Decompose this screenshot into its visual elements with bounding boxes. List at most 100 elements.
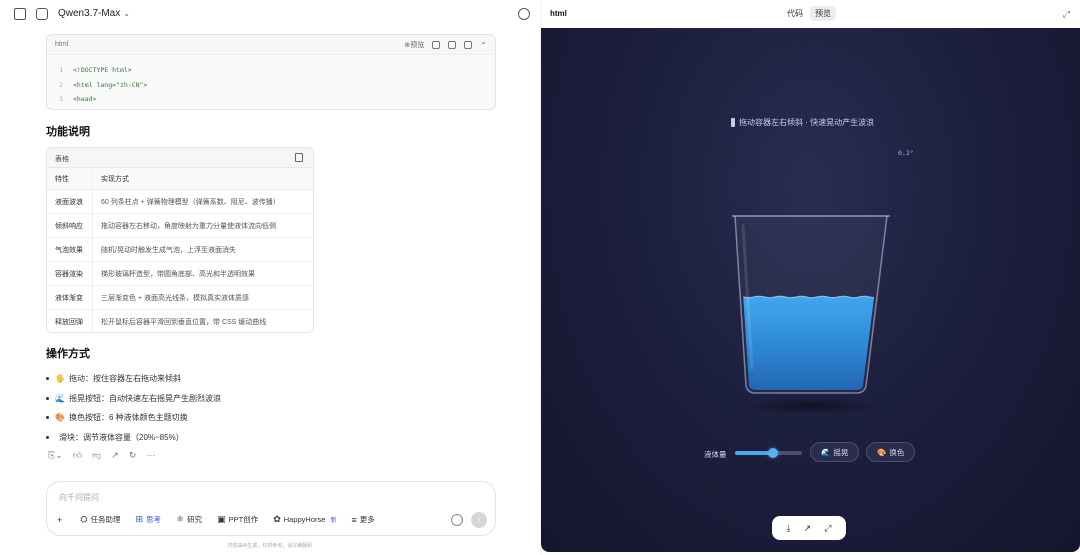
line-number: 1	[59, 66, 63, 75]
composer-tool[interactable]: ⊞ 思考	[135, 514, 161, 525]
wave-icon: 🌊	[821, 447, 831, 457]
preview-stage: 拖动容器左右倾斜 · 快速晃动产生波浪 0.2° 液体量 🌊 摇晃 🎨 换色 ⤓…	[541, 28, 1080, 552]
tool-icon: ⚛	[176, 514, 185, 524]
item-icon: 🖐	[55, 374, 65, 384]
chat-pane: Qwen3.7-Max ⌄ html ⊕预览 ⌃ 1 <!DOCTYPE html>…	[0, 0, 540, 555]
tool-label: PPT创作	[228, 515, 259, 524]
download-icon[interactable]: ⤓	[787, 523, 791, 534]
copy-icon[interactable]: ⎘⌄	[48, 450, 63, 461]
chevron-down-icon: ⌄	[123, 9, 130, 18]
table-row: 液面波浪 60 列条柱点 + 弹簧物理模型（弹簧系数、阻尼、波传播）	[47, 190, 313, 214]
list-item: 滑块：调节液体容量（20%~85%）	[46, 428, 406, 448]
tool-label: 思考	[146, 515, 162, 524]
tool-label: HappyHorse	[283, 515, 326, 524]
item-text: 滑块：调节液体容量（20%~85%）	[59, 432, 184, 442]
preview-title: html	[550, 9, 567, 18]
item-text: 拖动：按住容器左右拖动来倾斜	[68, 374, 181, 384]
code-line: 1 <!DOCTYPE html>	[47, 63, 495, 78]
share-icon[interactable]: ↗	[804, 523, 812, 534]
table-column-header: 特性 实现方式	[47, 168, 313, 190]
tab-code[interactable]: 代码	[782, 6, 808, 21]
table-cell: 液体渐变	[47, 286, 93, 309]
code-text: <head>	[73, 95, 97, 104]
composer-tool[interactable]: +	[57, 515, 65, 525]
message-actions: ⎘⌄ 👍︎ 👎︎ ↗ ↻ ···	[48, 450, 155, 461]
list-item: 🖐 拖动：按住容器左右拖动来倾斜	[46, 369, 406, 389]
item-text: 摇晃按钮：自动快速左右摇晃产生剧烈波浪	[68, 393, 221, 403]
composer-tools: + ⛭ 任务助理 ⊞ 思考 ⚛ 研究 ▣ PPT创作 ✿ HappyHorse 新 ≡ 更多	[57, 514, 375, 525]
code-toolbar: ⊕预览 ⌃	[404, 40, 487, 50]
table-cell: 释放回弹	[47, 310, 93, 332]
shake-button[interactable]: 🌊 摇晃	[810, 442, 860, 462]
code-line: 3 <head>	[47, 92, 495, 107]
tool-icon: ⊞	[135, 514, 144, 524]
table-row: 释放回弹 松开鼠标后容器平滑回到垂直位置，带 CSS 缓动曲线	[47, 310, 313, 332]
fullscreen-icon[interactable]: ⤢	[824, 523, 831, 534]
model-selector[interactable]: Qwen3.7-Max ⌄	[58, 8, 130, 19]
glass-cup[interactable]	[734, 215, 888, 394]
tool-label: 任务助理	[90, 515, 121, 524]
composer-tool[interactable]: ≡ 更多	[351, 514, 374, 525]
tool-icon: ≡	[351, 514, 357, 525]
volume-slider[interactable]	[735, 448, 802, 458]
chat-input[interactable]: 向千问提问	[59, 492, 99, 503]
more-icon[interactable]: ···	[146, 450, 155, 461]
table-cell: 拖动容器左右移动，角度映射为重力分量使液体流向低侧	[101, 222, 276, 230]
cup-canvas	[732, 215, 890, 414]
bullet	[46, 396, 49, 400]
chat-topbar: Qwen3.7-Max ⌄	[0, 0, 540, 28]
line-number: 2	[59, 80, 63, 89]
line-number: 3	[59, 95, 63, 104]
share-icon[interactable]: ↗	[111, 450, 119, 461]
preview-tabs: 代码 预览	[782, 6, 836, 21]
share-icon[interactable]	[518, 8, 530, 20]
table-cell: 随机/晃动时触发生成气泡，上浮至液面消失	[101, 246, 236, 254]
preview-button[interactable]: ⊕预览	[404, 40, 424, 50]
thumbs-up-icon[interactable]: 👍︎	[73, 450, 82, 461]
list-item: 🌊 摇晃按钮：自动快速左右摇晃产生剧烈波浪	[46, 389, 406, 409]
slider-knob[interactable]	[767, 448, 778, 458]
preview-pane: html 代码 预览 ⤢ 拖动容器左右倾斜 · 快速晃动产生波浪 0.2° 液体…	[541, 0, 1080, 555]
table-cell: 松开鼠标后容器平滑回到垂直位置，带 CSS 缓动曲线	[101, 319, 267, 326]
copy-icon[interactable]	[295, 153, 303, 162]
table-label: 表格	[55, 156, 69, 163]
list-item: 🎨 换色按钮：6 种液体颜色主题切换	[46, 408, 406, 428]
new-chat-icon[interactable]	[36, 8, 48, 20]
code-line: 2 <html lang="zh-CN">	[47, 78, 495, 93]
tool-icon: ⛭	[80, 514, 88, 524]
disclaimer: 内容由AI生成，仅供参考，请仔细甄别	[227, 543, 313, 549]
tool-icon: ▣	[217, 514, 226, 524]
tool-label: 更多	[359, 515, 375, 524]
features-table: 表格 特性 实现方式 液面波浪 60 列条柱点 + 弹簧物理模型（弹簧系数、阻尼、…	[46, 147, 314, 333]
code-block-header: html ⊕预览 ⌃	[47, 35, 495, 55]
composer: 向千问提问 + ⛭ 任务助理 ⊞ 思考 ⚛ 研究 ▣ PPT创作 ✿ HappyHorse 新 ≡ 更多 …	[46, 481, 496, 536]
slider-fill	[735, 451, 773, 455]
preview-topbar: html 代码 预览 ⤢	[541, 0, 1080, 28]
expand-icon[interactable]: ⤢	[1063, 9, 1070, 20]
bullet	[46, 416, 49, 420]
composer-tool[interactable]: ▣ PPT创作	[217, 514, 258, 525]
composer-tool[interactable]: ✿ HappyHorse 新	[273, 514, 336, 525]
table-cell: 梯形玻璃杯造型，带圆角底部、高光和半透明效果	[101, 270, 255, 278]
regenerate-icon[interactable]: ↻	[129, 450, 137, 461]
edit-icon[interactable]	[432, 41, 441, 49]
download-icon[interactable]	[464, 41, 473, 49]
collapse-icon[interactable]: ⌃	[480, 41, 487, 50]
thumbs-down-icon[interactable]: 👎︎	[92, 450, 101, 461]
bullet	[46, 435, 49, 439]
code-language: html	[55, 41, 69, 48]
bullet	[46, 377, 49, 381]
table-cell: 容器渲染	[47, 262, 93, 285]
table-body: 液面波浪 60 列条柱点 + 弹簧物理模型（弹簧系数、阻尼、波传播） 倾斜响应 拖动容…	[47, 190, 313, 332]
composer-tool[interactable]: ⚛ 研究	[176, 514, 202, 525]
microphone-icon[interactable]	[451, 514, 463, 526]
code-lines: 1 <!DOCTYPE html> 2 <html lang="zh-CN"> 3 <he…	[47, 55, 495, 107]
composer-tool[interactable]: ⛭ 任务助理	[80, 514, 120, 525]
tab-preview[interactable]: 预览	[810, 6, 836, 21]
send-button[interactable]: ↑	[471, 512, 487, 528]
table-cell: 气泡效果	[47, 238, 93, 261]
sidebar-toggle-icon[interactable]	[14, 8, 26, 20]
change-color-button[interactable]: 🎨 换色	[866, 442, 916, 462]
copy-icon[interactable]	[448, 41, 457, 49]
code-text: <!DOCTYPE html>	[73, 66, 132, 75]
